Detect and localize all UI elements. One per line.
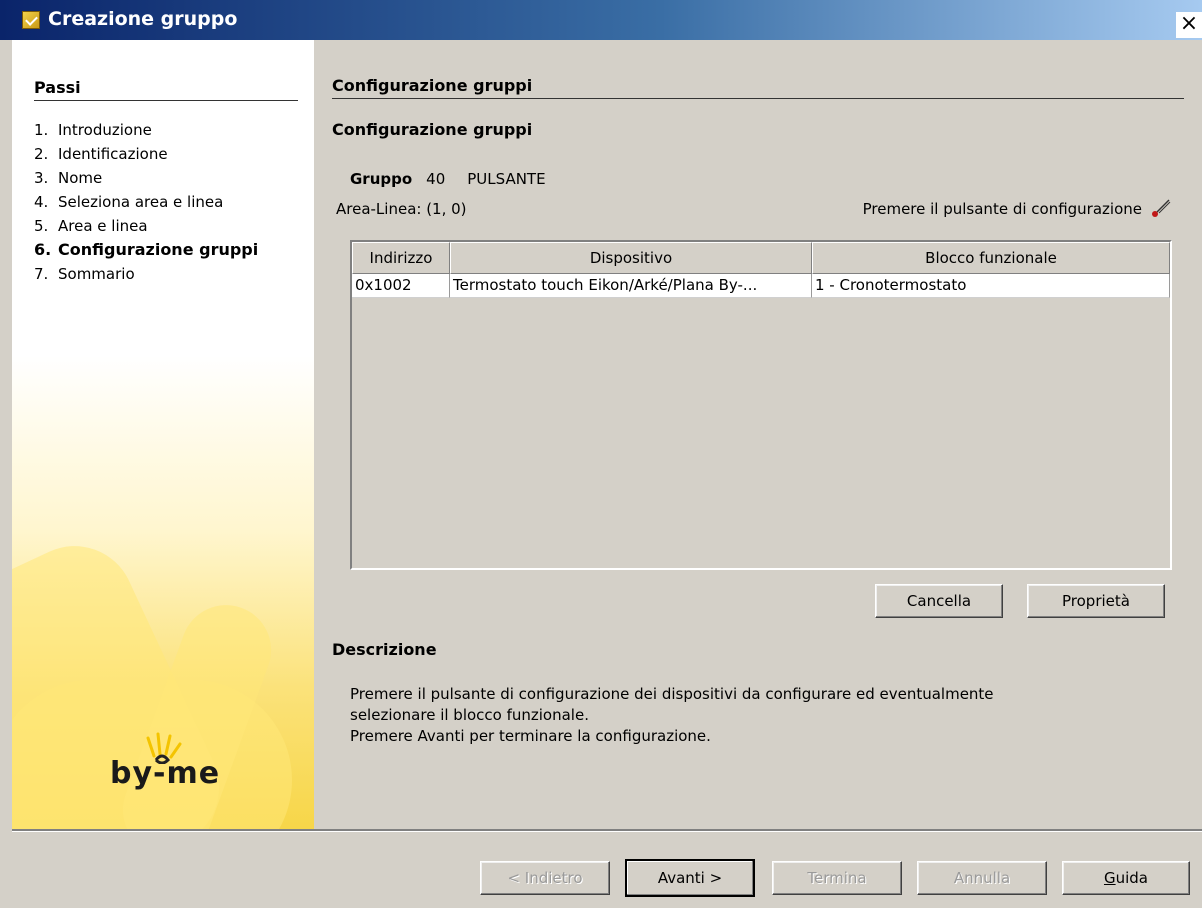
section-title: Configurazione gruppi	[332, 120, 533, 139]
description-text: Premere il pulsante di configurazione de…	[350, 685, 994, 745]
logo-text: by-me	[110, 756, 221, 791]
steps-sidebar: Passi 1. Introduzione 2. Identificazione 3…	[12, 40, 314, 830]
steps-title: Passi	[34, 78, 81, 97]
footer-divider	[12, 829, 1202, 832]
group-name: PULSANTE	[467, 170, 546, 188]
properties-button[interactable]: Proprietà	[1027, 584, 1165, 618]
table-row[interactable]: 0x1002 Termostato touch Eikon/Arké/Plana…	[352, 274, 1170, 298]
cell-function-block[interactable]: 1 - Cronotermostato	[812, 274, 1170, 298]
window-title: Creazione gruppo	[48, 8, 238, 30]
description-title: Descrizione	[332, 640, 437, 659]
page-title: Configurazione gruppi	[332, 76, 533, 95]
divider	[332, 98, 1184, 99]
help-button[interactable]: Guida	[1062, 861, 1190, 895]
close-button[interactable]: ×	[1176, 12, 1202, 38]
group-label: Gruppo	[350, 170, 413, 188]
area-line-info: Area-Linea: (1, 0)	[336, 200, 467, 218]
cell-device: Termostato touch Eikon/Arké/Plana By-...	[450, 274, 812, 298]
help-mnemonic: G	[1103, 869, 1116, 887]
step-item: 5. Area e linea	[34, 217, 148, 235]
step-item-active: 6. Configurazione gruppi	[34, 240, 259, 259]
pen-icon	[1152, 199, 1171, 217]
title-bar: Creazione gruppo ×	[0, 0, 1202, 40]
table-header: Indirizzo Dispositivo Blocco funzionale	[352, 242, 1170, 274]
byme-logo: by-me	[96, 730, 236, 800]
next-button[interactable]: Avanti >	[625, 859, 755, 897]
step-item: 3. Nome	[34, 169, 103, 187]
app-icon	[22, 11, 40, 29]
back-button[interactable]: < Indietro	[480, 861, 610, 895]
step-item: 7. Sommario	[34, 265, 135, 283]
delete-button[interactable]: Cancella	[875, 584, 1003, 618]
divider	[34, 100, 298, 101]
cancel-button[interactable]: Annulla	[917, 861, 1047, 895]
help-label-rest: uida	[1115, 869, 1148, 887]
group-number: 40	[426, 170, 446, 188]
step-item: 4. Seleziona area e linea	[34, 193, 224, 211]
column-header-device[interactable]: Dispositivo	[450, 242, 812, 274]
press-hint-text: Premere il pulsante di configurazione	[862, 200, 1142, 218]
step-item: 1. Introduzione	[34, 121, 152, 139]
devices-table: Indirizzo Dispositivo Blocco funzionale …	[350, 240, 1172, 570]
column-header-address[interactable]: Indirizzo	[352, 242, 450, 274]
group-info: Gruppo 40 PULSANTE	[350, 170, 546, 188]
cell-address: 0x1002	[352, 274, 450, 298]
steps-list: 1. Introduzione 2. Identificazione 3. Nome …	[34, 118, 258, 286]
finish-button[interactable]: Termina	[772, 861, 902, 895]
step-item: 2. Identificazione	[34, 145, 168, 163]
column-header-function-block[interactable]: Blocco funzionale	[812, 242, 1170, 274]
